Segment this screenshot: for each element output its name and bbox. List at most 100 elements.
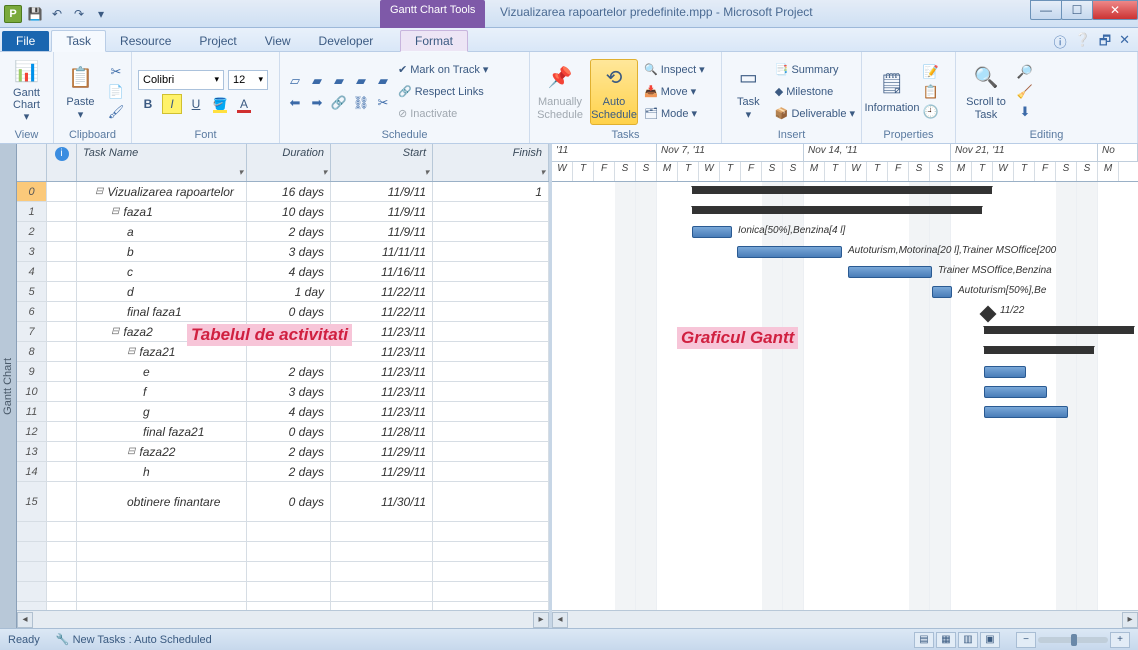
- table-row[interactable]: 9e2 days11/23/11: [17, 362, 549, 382]
- minimize-ribbon-icon[interactable]: ⓘ: [1054, 32, 1067, 54]
- mark-on-track-button[interactable]: ✔Mark on Track ▾: [398, 60, 488, 80]
- table-row[interactable]: 15obtinere finantare0 days11/30/11: [17, 482, 549, 522]
- gantt-bar[interactable]: [848, 266, 932, 278]
- scroll-left-icon[interactable]: ◂: [17, 612, 33, 628]
- col-info[interactable]: i: [47, 144, 77, 181]
- table-row[interactable]: 14h2 days11/29/11: [17, 462, 549, 482]
- zoom-in-icon[interactable]: +: [1110, 632, 1130, 648]
- status-newtasks[interactable]: 🔧 New Tasks : Auto Scheduled: [56, 633, 212, 646]
- scroll-left-icon[interactable]: ◂: [552, 612, 568, 628]
- gantt-bar[interactable]: [984, 326, 1134, 334]
- split-icon[interactable]: ✂: [374, 94, 392, 112]
- window-restore-icon[interactable]: 🗗: [1099, 32, 1111, 54]
- tab-view[interactable]: View: [251, 31, 305, 51]
- fontcolor-button[interactable]: A: [234, 94, 254, 114]
- row-header-corner[interactable]: [17, 144, 47, 181]
- col-duration[interactable]: Duration▾: [247, 144, 331, 181]
- maximize-button[interactable]: ☐: [1061, 0, 1093, 20]
- timeline-add-icon[interactable]: 🕘: [922, 103, 940, 121]
- window-close-icon[interactable]: ✕: [1119, 32, 1130, 54]
- scroll-right-icon[interactable]: ▸: [533, 612, 549, 628]
- undo-icon[interactable]: ↶: [48, 5, 66, 23]
- table-row[interactable]: 2a2 days11/9/11: [17, 222, 549, 242]
- gantt-bar[interactable]: [692, 186, 992, 194]
- gantt-chart-button[interactable]: 📊Gantt Chart▾: [6, 59, 47, 125]
- view-team-icon[interactable]: ▥: [958, 632, 978, 648]
- gantt-bar[interactable]: [984, 386, 1047, 398]
- cut-icon[interactable]: ✂: [107, 63, 125, 81]
- table-body[interactable]: Tabelul de activitati 0⊟Vizualizarea rap…: [17, 182, 549, 610]
- gantt-bar[interactable]: [692, 206, 982, 214]
- pct50-icon[interactable]: ▰: [330, 72, 348, 90]
- tab-project[interactable]: Project: [185, 31, 250, 51]
- mode-button[interactable]: 🗂 Mode ▾: [644, 104, 705, 124]
- col-finish[interactable]: Finish▾: [433, 144, 549, 181]
- table-row[interactable]: 5d1 day11/22/11: [17, 282, 549, 302]
- gantt-bar[interactable]: [984, 346, 1094, 354]
- auto-schedule-button[interactable]: ⟲Auto Schedule: [590, 59, 638, 125]
- table-row[interactable]: 10f3 days11/23/11: [17, 382, 549, 402]
- paste-button[interactable]: 📋Paste▾: [60, 59, 101, 125]
- gantt-bar[interactable]: [692, 226, 732, 238]
- copy-icon[interactable]: 📄: [107, 83, 125, 101]
- pct25-icon[interactable]: ▰: [308, 72, 326, 90]
- timeline-header[interactable]: '11 Nov 7, '11 Nov 14, '11 Nov 21, '11 N…: [552, 144, 1138, 182]
- milestone-button[interactable]: ◆ Milestone: [775, 82, 855, 102]
- zoom-slider[interactable]: [1038, 637, 1108, 643]
- zoom-out-icon[interactable]: −: [1016, 632, 1036, 648]
- table-row[interactable]: 1⊟faza110 days11/9/11: [17, 202, 549, 222]
- scroll-to-task-button[interactable]: 🔍Scroll to Task: [962, 59, 1010, 125]
- font-size-combo[interactable]: 12▾: [228, 70, 268, 90]
- notes-icon[interactable]: 📝: [922, 63, 940, 81]
- link-icon[interactable]: 🔗: [330, 94, 348, 112]
- task-insert-button[interactable]: ▭Task▾: [728, 59, 769, 125]
- respect-links-button[interactable]: 🔗Respect Links: [398, 82, 488, 102]
- scroll-right-icon[interactable]: ▸: [1122, 612, 1138, 628]
- view-gantt-icon[interactable]: ▤: [914, 632, 934, 648]
- tab-resource[interactable]: Resource: [106, 31, 185, 51]
- summary-button[interactable]: 📑 Summary: [775, 60, 855, 80]
- redo-icon[interactable]: ↷: [70, 5, 88, 23]
- gantt-bar[interactable]: [932, 286, 952, 298]
- pct0-icon[interactable]: ▱: [286, 72, 304, 90]
- table-row[interactable]: 13⊟faza222 days11/29/11: [17, 442, 549, 462]
- qat-more-icon[interactable]: ▾: [92, 5, 110, 23]
- table-row[interactable]: 6final faza10 days11/22/11: [17, 302, 549, 322]
- gantt-hscrollbar[interactable]: ◂ ▸: [552, 610, 1138, 628]
- table-row[interactable]: 12final faza210 days11/28/11: [17, 422, 549, 442]
- tab-format[interactable]: Format: [400, 30, 468, 52]
- gantt-bar[interactable]: [984, 366, 1026, 378]
- format-painter-icon[interactable]: 🖌: [107, 103, 125, 121]
- deliverable-button[interactable]: 📦 Deliverable ▾: [775, 104, 855, 124]
- table-hscrollbar[interactable]: ◂ ▸: [17, 610, 549, 628]
- move-button[interactable]: 📥 Move ▾: [644, 82, 705, 102]
- save-icon[interactable]: 💾: [26, 5, 44, 23]
- table-row[interactable]: 0⊟Vizualizarea rapoartelor16 days11/9/11…: [17, 182, 549, 202]
- gantt-bar[interactable]: [984, 406, 1068, 418]
- minimize-button[interactable]: —: [1030, 0, 1062, 20]
- col-start[interactable]: Start▾: [331, 144, 433, 181]
- bold-button[interactable]: B: [138, 94, 158, 114]
- view-strip[interactable]: Gantt Chart: [0, 144, 17, 628]
- tab-developer[interactable]: Developer: [305, 31, 388, 51]
- view-usage-icon[interactable]: ▦: [936, 632, 956, 648]
- details-icon[interactable]: 📋: [922, 83, 940, 101]
- inspect-button[interactable]: 🔍 Inspect ▾: [644, 60, 705, 80]
- help-icon[interactable]: ❔: [1075, 32, 1091, 54]
- underline-button[interactable]: U: [186, 94, 206, 114]
- indent-icon[interactable]: ➡: [308, 94, 326, 112]
- file-tab[interactable]: File: [2, 31, 49, 51]
- milestone-icon[interactable]: [980, 306, 997, 323]
- clear-icon[interactable]: 🧹: [1016, 83, 1034, 101]
- pct75-icon[interactable]: ▰: [352, 72, 370, 90]
- close-button[interactable]: ✕: [1092, 0, 1138, 20]
- table-row[interactable]: 3b3 days11/11/11: [17, 242, 549, 262]
- font-name-combo[interactable]: Colibri▾: [138, 70, 224, 90]
- pct100-icon[interactable]: ▰: [374, 72, 392, 90]
- table-row[interactable]: 11g4 days11/23/11: [17, 402, 549, 422]
- view-resource-icon[interactable]: ▣: [980, 632, 1000, 648]
- information-button[interactable]: 🗒Information: [868, 59, 916, 125]
- outdent-icon[interactable]: ⬅: [286, 94, 304, 112]
- table-row[interactable]: 4c4 days11/16/11: [17, 262, 549, 282]
- inactivate-button[interactable]: ⊘Inactivate: [398, 104, 488, 124]
